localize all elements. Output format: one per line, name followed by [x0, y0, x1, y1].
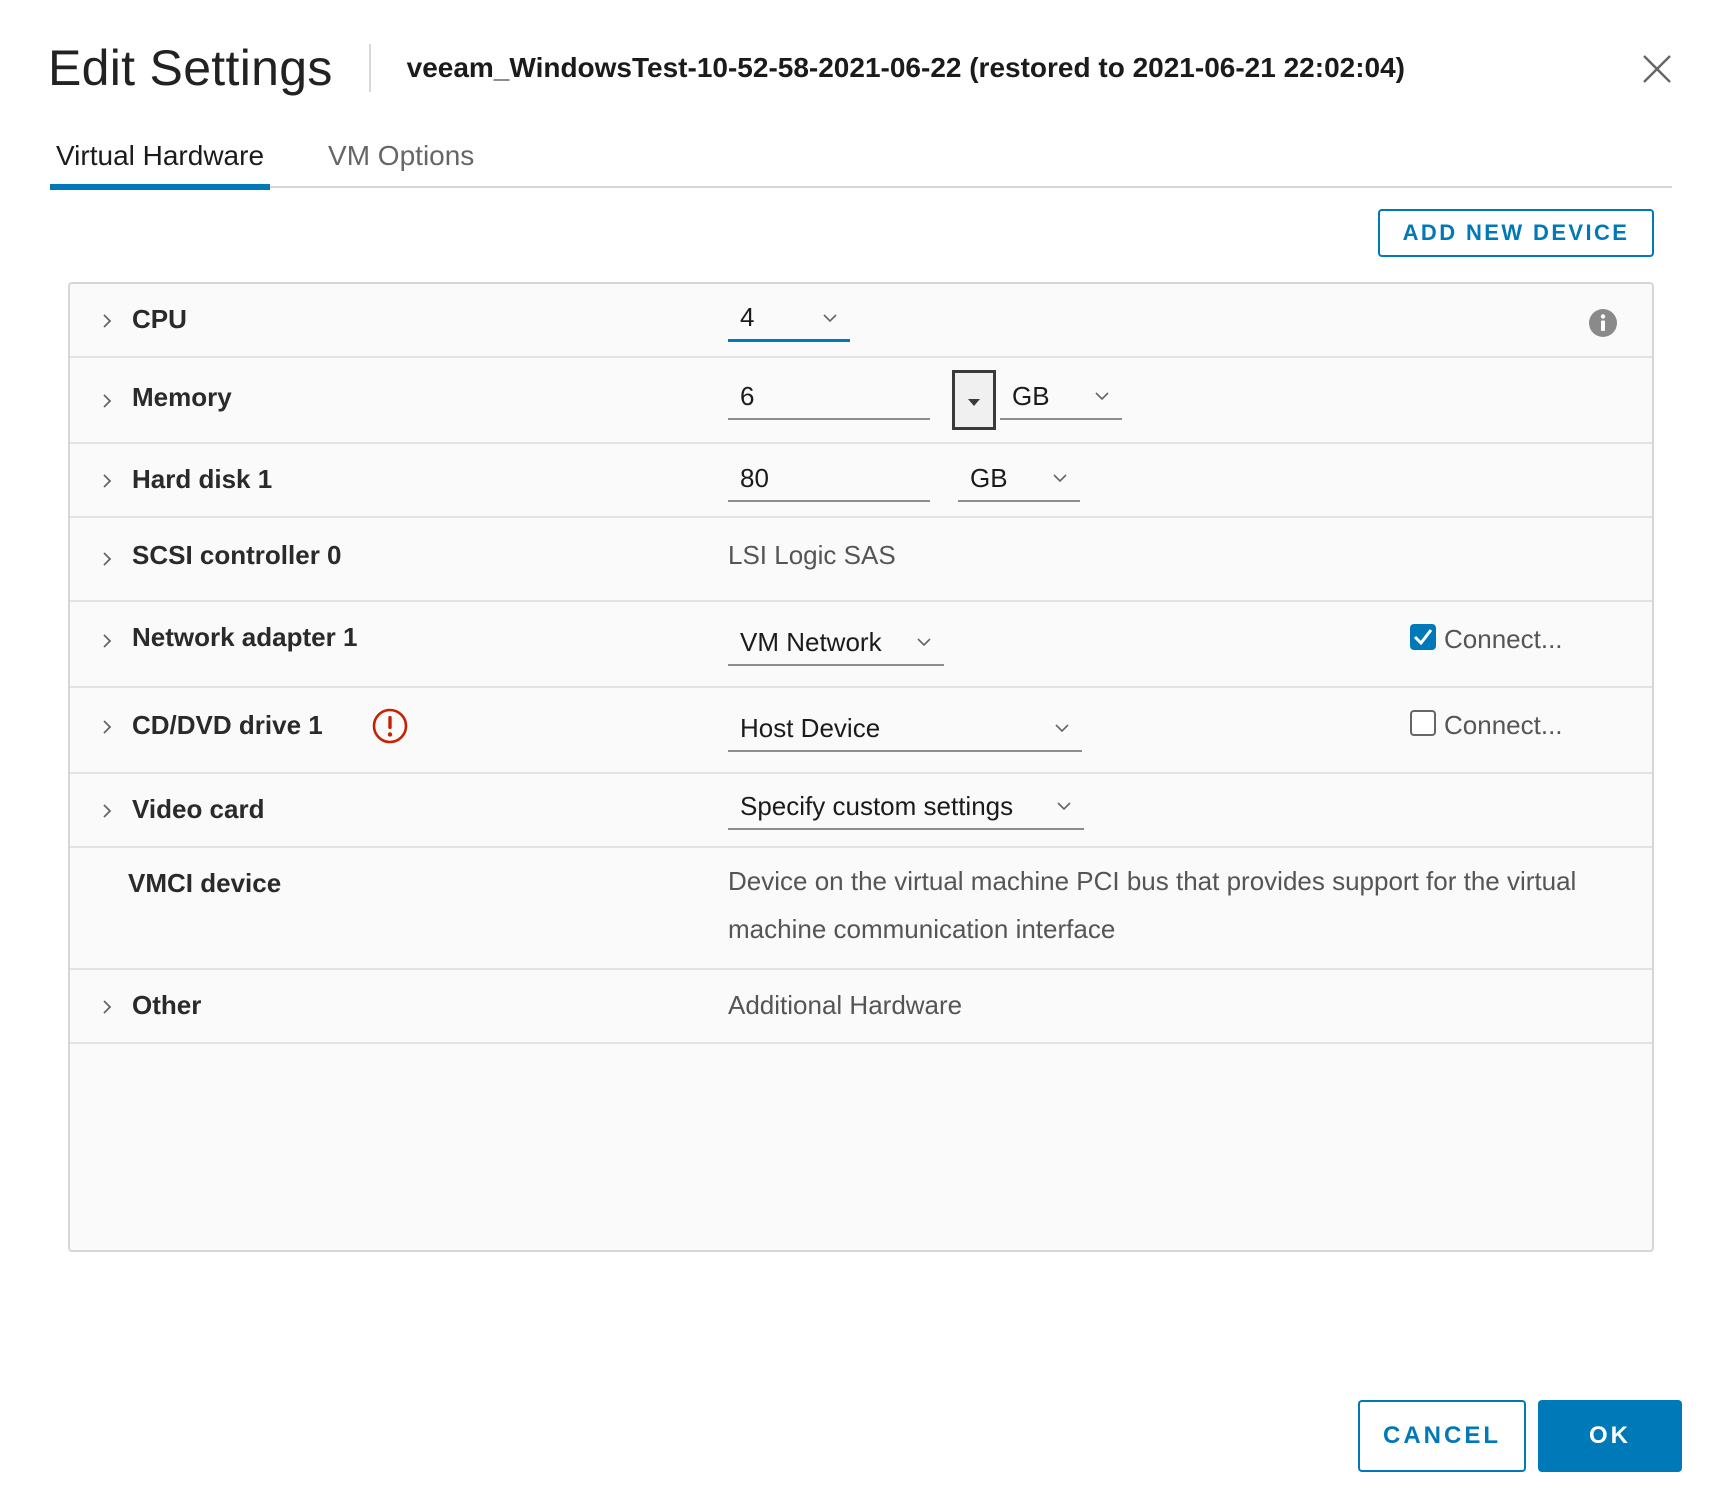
- hard-disk-unit-select[interactable]: GB: [958, 456, 1080, 502]
- chevron-down-icon: [1055, 724, 1069, 733]
- memory-stepper[interactable]: [952, 370, 996, 430]
- hard-disk-unit: GB: [970, 462, 1008, 493]
- chevron-down-icon: [823, 314, 837, 323]
- dialog-header: Edit Settings veeam_WindowsTest-10-52-58…: [48, 38, 1648, 98]
- info-icon[interactable]: [1588, 308, 1618, 338]
- cpu-select[interactable]: 4: [728, 296, 850, 342]
- network-select[interactable]: VM Network: [728, 620, 944, 666]
- network-connect-checkbox[interactable]: [1410, 624, 1436, 650]
- chevron-right-icon[interactable]: [100, 552, 114, 566]
- caret-down-icon: [968, 399, 980, 406]
- row-cd-dvd: CD/DVD drive 1 Host Device Connect...: [70, 688, 1652, 774]
- checkmark-icon: [1413, 629, 1433, 646]
- network-label: Network adapter 1: [132, 622, 358, 652]
- cddvd-value: Host Device: [740, 712, 881, 743]
- cddvd-select[interactable]: Host Device: [728, 706, 1082, 752]
- chevron-right-icon[interactable]: [100, 474, 114, 488]
- video-label: Video card: [132, 794, 265, 824]
- memory-unit: GB: [1012, 380, 1050, 411]
- video-select[interactable]: Specify custom settings: [728, 784, 1084, 830]
- memory-input[interactable]: 6: [728, 374, 930, 420]
- cddvd-connect-checkbox[interactable]: [1410, 710, 1436, 736]
- other-label: Other: [132, 990, 202, 1020]
- chevron-right-icon[interactable]: [100, 314, 114, 328]
- cancel-button[interactable]: CANCEL: [1358, 1400, 1526, 1472]
- chevron-right-icon[interactable]: [100, 1000, 114, 1014]
- other-value: Additional Hardware: [728, 990, 963, 1020]
- title-separator: [368, 44, 371, 92]
- chevron-right-icon[interactable]: [100, 634, 114, 648]
- cddvd-connect-label: Connect...: [1444, 710, 1563, 740]
- row-vmci-device: VMCI device Device on the virtual machin…: [70, 848, 1652, 970]
- vmci-description: Device on the virtual machine PCI bus th…: [728, 866, 1577, 944]
- tab-virtual-hardware[interactable]: Virtual Hardware: [50, 130, 271, 190]
- chevron-down-icon: [1095, 392, 1109, 401]
- chevron-right-icon[interactable]: [100, 394, 114, 408]
- add-new-device-button[interactable]: ADD NEW DEVICE: [1378, 209, 1654, 257]
- tab-bar: Virtual Hardware VM Options: [50, 130, 1672, 190]
- dialog-title: Edit Settings: [48, 40, 333, 96]
- hard-disk-input[interactable]: 80: [728, 456, 930, 502]
- chevron-down-icon: [1053, 474, 1067, 483]
- row-network-adapter: Network adapter 1 VM Network Connect...: [70, 602, 1652, 688]
- network-connect-label: Connect...: [1444, 624, 1563, 654]
- cpu-label: CPU: [132, 304, 187, 334]
- ok-button[interactable]: OK: [1538, 1400, 1682, 1472]
- chevron-right-icon[interactable]: [100, 804, 114, 818]
- row-scsi-controller: SCSI controller 0 LSI Logic SAS: [70, 518, 1652, 602]
- chevron-down-icon: [1057, 802, 1071, 811]
- hard-disk-label: Hard disk 1: [132, 464, 273, 494]
- row-cpu: CPU 4: [70, 284, 1652, 358]
- chevron-down-icon: [917, 638, 931, 647]
- memory-label: Memory: [132, 382, 232, 412]
- vmci-label: VMCI device: [128, 868, 282, 898]
- row-video-card: Video card Specify custom settings: [70, 774, 1652, 848]
- video-value: Specify custom settings: [740, 790, 1014, 821]
- cpu-value: 4: [740, 302, 755, 332]
- hardware-list: CPU 4 Memory 6 GB Hard disk 1 80 GB SCSI…: [68, 282, 1654, 1252]
- warning-icon: [372, 708, 408, 744]
- chevron-right-icon[interactable]: [100, 720, 114, 734]
- vm-name: veeam_WindowsTest-10-52-58-2021-06-22 (r…: [406, 52, 1405, 83]
- close-icon[interactable]: [1640, 52, 1674, 86]
- scsi-value: LSI Logic SAS: [728, 540, 896, 570]
- network-value: VM Network: [740, 626, 882, 657]
- row-hard-disk: Hard disk 1 80 GB: [70, 444, 1652, 518]
- cddvd-label: CD/DVD drive 1: [132, 710, 323, 740]
- memory-unit-select[interactable]: GB: [1000, 374, 1122, 420]
- scsi-label: SCSI controller 0: [132, 540, 342, 570]
- row-other: Other Additional Hardware: [70, 970, 1652, 1044]
- tab-vm-options[interactable]: VM Options: [322, 130, 480, 188]
- row-memory: Memory 6 GB: [70, 358, 1652, 444]
